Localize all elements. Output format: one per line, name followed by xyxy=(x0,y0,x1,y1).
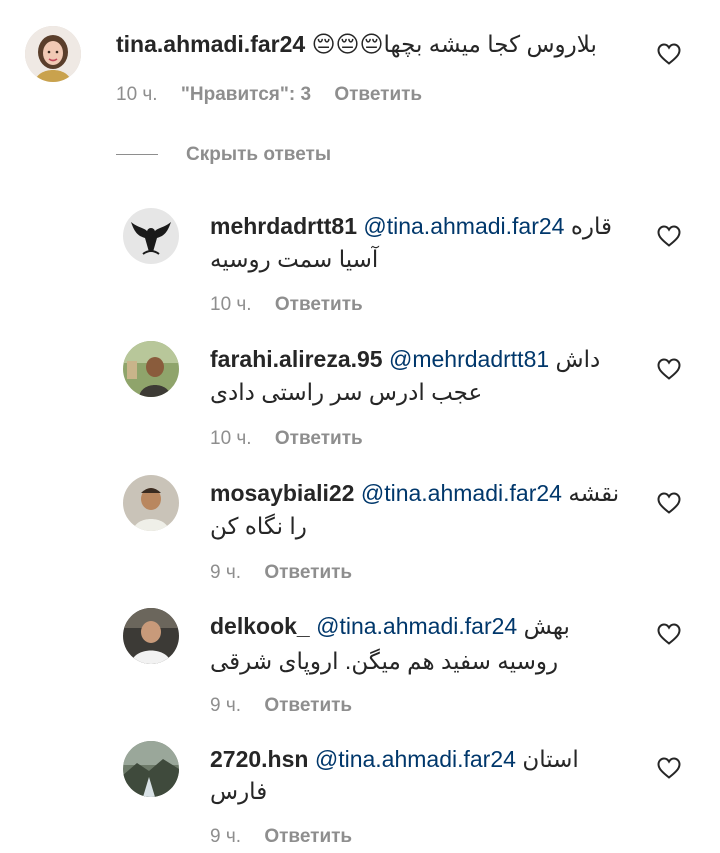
comment-meta: 9 ч. Ответить xyxy=(210,825,352,849)
comment-text: نقشه xyxy=(568,480,620,506)
comment-meta: 10 ч. Ответить xyxy=(210,293,363,317)
root-comment: tina.ahmadi.far24 بلاروس کجا میشه بچها😔😔… xyxy=(0,0,720,120)
reply-button[interactable]: Ответить xyxy=(264,561,352,585)
timestamp: 10 ч. xyxy=(210,294,252,315)
like-heart-icon[interactable] xyxy=(657,225,681,247)
reply-comment: farahi.alireza.95 @mehrdadrtt81 داش عجب … xyxy=(0,333,720,463)
like-heart-icon[interactable] xyxy=(657,358,681,380)
reply-button[interactable]: Ответить xyxy=(275,427,363,451)
comment-line: mosaybiali22 @tina.ahmadi.far24 نقشه xyxy=(210,479,619,507)
comment-meta: 10 ч. Ответить xyxy=(210,427,363,451)
username-link[interactable]: mosaybiali22 xyxy=(210,480,354,506)
comment-line: delkook_ @tina.ahmadi.far24 بهش xyxy=(210,612,570,640)
comment-text-line2: روسیه سفید هم میگن. اروپای شرقی xyxy=(210,648,559,674)
mention-link[interactable]: @tina.ahmadi.far24 xyxy=(315,746,516,772)
avatar[interactable] xyxy=(123,208,179,264)
avatar[interactable] xyxy=(123,475,179,531)
username-link[interactable]: tina.ahmadi.far24 xyxy=(116,31,305,57)
comment-text-line2: فارس xyxy=(210,778,268,804)
comment-meta: 10 ч. "Нравится": 3 Ответить xyxy=(116,83,422,107)
avatar[interactable] xyxy=(123,741,179,797)
avatar[interactable] xyxy=(123,341,179,397)
like-heart-icon[interactable] xyxy=(657,43,681,65)
comment-text: بهش xyxy=(523,613,570,639)
timestamp: 9 ч. xyxy=(210,695,242,716)
divider-line xyxy=(116,154,158,155)
like-heart-icon[interactable] xyxy=(657,623,681,645)
timestamp: 10 ч. xyxy=(116,84,158,105)
timestamp: 9 ч. xyxy=(210,826,242,847)
timestamp: 9 ч. xyxy=(210,562,242,583)
timestamp: 10 ч. xyxy=(210,428,252,449)
reply-comment: mosaybiali22 @tina.ahmadi.far24 نقشه را … xyxy=(0,467,720,597)
comment-line: farahi.alireza.95 @mehrdadrtt81 داش xyxy=(210,345,600,373)
username-link[interactable]: mehrdadrtt81 xyxy=(210,213,357,239)
avatar[interactable] xyxy=(123,608,179,664)
like-heart-icon[interactable] xyxy=(657,492,681,514)
comment-line: tina.ahmadi.far24 بلاروس کجا میشه بچها😔😔… xyxy=(116,30,597,58)
reply-comment: mehrdadrtt81 @tina.ahmadi.far24 قاره آسی… xyxy=(0,200,720,330)
comment-text-line2: آسیا سمت روسیه xyxy=(210,246,379,272)
comment-thread: tina.ahmadi.far24 بلاروس کجا میشه بچها😔😔… xyxy=(0,0,720,853)
username-link[interactable]: 2720.hsn xyxy=(210,746,308,772)
avatar[interactable] xyxy=(25,26,81,82)
hide-replies-label[interactable]: Скрыть ответы xyxy=(186,141,331,169)
comment-text: قاره xyxy=(570,213,613,239)
comment-line: 2720.hsn @tina.ahmadi.far24 استان xyxy=(210,745,579,773)
mention-link[interactable]: @tina.ahmadi.far24 xyxy=(361,480,562,506)
comment-text-line2: را نگاه کن xyxy=(210,513,307,539)
reply-button[interactable]: Ответить xyxy=(334,83,422,107)
like-heart-icon[interactable] xyxy=(657,757,681,779)
comment-text-line2: عجب ادرس سر راستی دادی xyxy=(210,379,483,405)
username-link[interactable]: delkook_ xyxy=(210,613,310,639)
comment-meta: 9 ч. Ответить xyxy=(210,561,352,585)
reply-button[interactable]: Ответить xyxy=(264,825,352,849)
comment-meta: 9 ч. Ответить xyxy=(210,694,352,718)
reply-button[interactable]: Ответить xyxy=(264,694,352,718)
comment-line: mehrdadrtt81 @tina.ahmadi.far24 قاره xyxy=(210,212,612,240)
mention-link[interactable]: @mehrdadrtt81 xyxy=(389,346,549,372)
comment-text: داش xyxy=(555,346,601,372)
comment-text: بلاروس کجا میشه بچها😔😔😔 xyxy=(311,31,597,57)
reply-comment: 2720.hsn @tina.ahmadi.far24 استان فارس 9… xyxy=(0,733,720,853)
reply-button[interactable]: Ответить xyxy=(275,293,363,317)
comment-text: استان xyxy=(522,746,579,772)
mention-link[interactable]: @tina.ahmadi.far24 xyxy=(316,613,517,639)
likes-count[interactable]: "Нравится": 3 xyxy=(181,83,311,107)
mention-link[interactable]: @tina.ahmadi.far24 xyxy=(363,213,564,239)
username-link[interactable]: farahi.alireza.95 xyxy=(210,346,383,372)
reply-comment: delkook_ @tina.ahmadi.far24 بهش روسیه سف… xyxy=(0,600,720,730)
